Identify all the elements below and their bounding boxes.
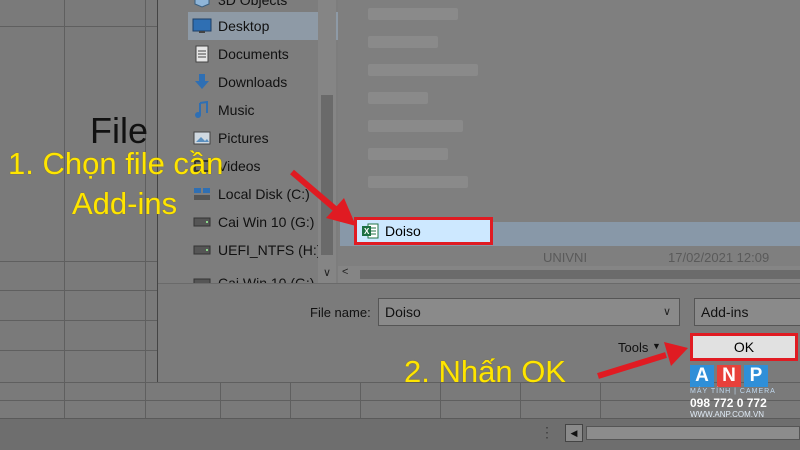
annotation-arrows: [290, 169, 688, 379]
logo-website: WWW.ANP.COM.VN: [690, 410, 765, 419]
logo-letters: A N P: [690, 365, 768, 387]
logo-phone: 098 772 0 772: [690, 396, 767, 410]
step1-instruction: 1. Chọn file cần: [8, 146, 224, 181]
step2-instruction: 2. Nhấn OK: [404, 354, 566, 389]
arrow-to-ok: [597, 342, 688, 379]
logo-letter: N: [717, 365, 741, 387]
logo-letter: P: [744, 365, 768, 387]
logo-letter: A: [690, 365, 714, 387]
anp-logo: A N P MÁY TÍNH | CAMERA 098 772 0 772 WW…: [690, 365, 800, 421]
arrow-to-file: [290, 169, 356, 226]
logo-subtitle: MÁY TÍNH | CAMERA: [690, 388, 776, 395]
step1-instruction-cont: Add-ins: [72, 186, 178, 221]
